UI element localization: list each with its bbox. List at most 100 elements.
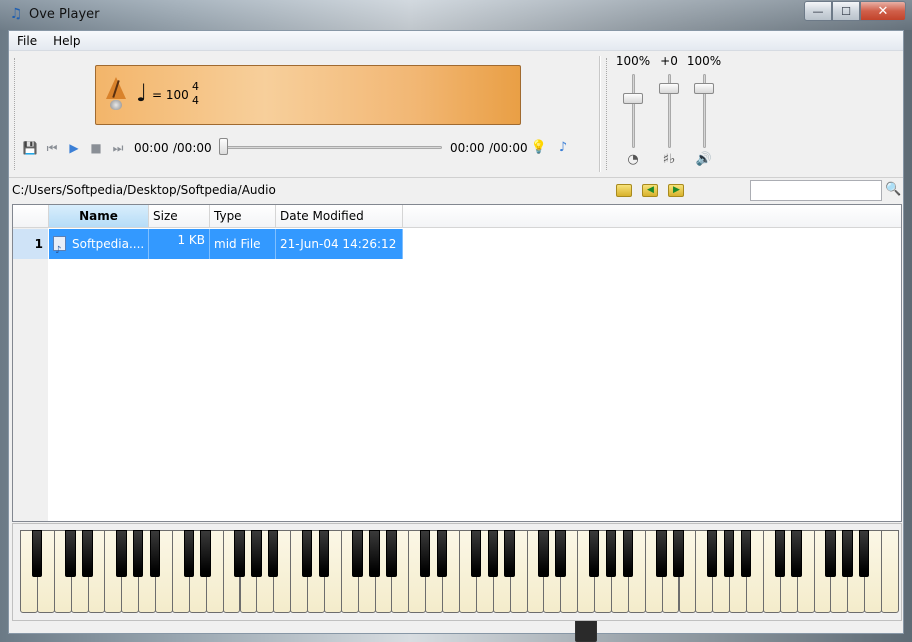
black-key[interactable]: [723, 530, 735, 577]
column-header-date[interactable]: Date Modified: [276, 205, 403, 227]
column-header-size[interactable]: Size: [149, 205, 210, 227]
clock-icon: ◔: [627, 152, 639, 167]
row-number: 1: [13, 229, 48, 259]
column-header-name[interactable]: Name: [49, 205, 149, 227]
file-list: Name Size Type Date Modified 1 Softpedia…: [12, 204, 902, 522]
menu-help[interactable]: Help: [45, 34, 88, 48]
black-key[interactable]: [740, 530, 752, 577]
folder-forward-icon[interactable]: ▶: [668, 184, 684, 197]
toolbar-grip-2[interactable]: [606, 58, 608, 170]
elapsed-time: 00:00: [134, 141, 169, 155]
path-bar: C:/Users/Softpedia/Desktop/Softpedia/Aud…: [9, 177, 903, 203]
black-key[interactable]: [386, 530, 397, 577]
column-header-type[interactable]: Type: [210, 205, 276, 227]
black-key[interactable]: [149, 530, 161, 577]
black-key[interactable]: [622, 530, 634, 577]
volume-slider[interactable]: [694, 83, 714, 95]
black-key[interactable]: [31, 530, 43, 577]
white-key[interactable]: [881, 530, 899, 613]
quarter-note-icon: ♩: [136, 79, 148, 107]
black-key[interactable]: [369, 530, 380, 577]
black-key[interactable]: [234, 530, 245, 577]
player-controls: ♩ = 100 4 4 💾 ⏮ ▶ ■ ⏭ 00:00 /00:00 00:00…: [9, 52, 903, 642]
separator: [599, 56, 601, 172]
black-key[interactable]: [555, 530, 566, 577]
next-icon[interactable]: ⏭: [107, 139, 129, 157]
speed-slider-group: 100% ◔: [613, 52, 653, 172]
volume-label: 100%: [686, 54, 722, 68]
cell-name[interactable]: Softpedia....: [49, 229, 149, 259]
black-key[interactable]: [791, 530, 802, 577]
black-key[interactable]: [858, 530, 870, 577]
transpose-slider[interactable]: [659, 83, 679, 95]
lightbulb-icon[interactable]: 💡: [529, 139, 549, 157]
black-key[interactable]: [352, 530, 363, 577]
save-icon[interactable]: 💾: [19, 139, 41, 157]
black-key[interactable]: [268, 530, 279, 577]
black-key[interactable]: [487, 530, 498, 577]
black-key[interactable]: [200, 530, 211, 577]
menu-bar: File Help: [9, 31, 903, 51]
black-key[interactable]: [656, 530, 667, 577]
table-row[interactable]: 1 Softpedia.... 1 KB mid File 21-Jun-04 …: [13, 229, 403, 259]
maximize-button[interactable]: ☐: [832, 1, 860, 21]
cell-size[interactable]: 1 KB: [149, 229, 210, 259]
black-key[interactable]: [588, 530, 600, 577]
midi-file-icon: [53, 236, 66, 259]
play-icon[interactable]: ▶: [63, 139, 85, 157]
folder-back-icon[interactable]: ◀: [642, 184, 658, 197]
black-key[interactable]: [82, 530, 93, 577]
black-key[interactable]: [673, 530, 684, 577]
speed-track[interactable]: [632, 74, 635, 148]
black-key[interactable]: [301, 530, 313, 577]
black-key[interactable]: [251, 530, 262, 577]
black-key[interactable]: [605, 530, 617, 577]
open-folder-icon[interactable]: [616, 184, 632, 197]
black-key[interactable]: [419, 530, 431, 577]
seek-slider[interactable]: [219, 138, 228, 155]
menu-file[interactable]: File: [9, 34, 45, 48]
black-key[interactable]: [774, 530, 786, 577]
toolbar-grip[interactable]: [14, 58, 16, 170]
total-time: /00:00: [173, 141, 212, 155]
black-key[interactable]: [183, 530, 195, 577]
black-key[interactable]: [504, 530, 515, 577]
minimize-button[interactable]: —: [804, 1, 832, 21]
black-key[interactable]: [318, 530, 330, 577]
previous-icon[interactable]: ⏮: [41, 139, 63, 157]
transport-bar: 💾 ⏮ ▶ ■ ⏭: [19, 139, 129, 157]
seek-track[interactable]: [222, 146, 442, 149]
black-key[interactable]: [65, 530, 76, 577]
music-note-icon: ♫: [9, 6, 23, 22]
search-input[interactable]: [750, 180, 882, 201]
stop-icon[interactable]: ■: [85, 139, 107, 157]
title-bar: ♫ Ove Player — ☐ ✕: [0, 0, 912, 30]
search-icon[interactable]: 🔍: [885, 182, 901, 198]
total-time-right: /00:00: [489, 141, 528, 155]
speed-slider[interactable]: [623, 92, 643, 104]
cell-type[interactable]: mid File: [210, 229, 276, 259]
black-key[interactable]: [825, 530, 836, 577]
close-button[interactable]: ✕: [860, 1, 906, 21]
black-key[interactable]: [538, 530, 549, 577]
black-key[interactable]: [470, 530, 482, 577]
black-key[interactable]: [116, 530, 127, 577]
cell-date[interactable]: 21-Jun-04 14:26:12: [276, 229, 403, 259]
black-key[interactable]: [132, 530, 144, 577]
corner-header[interactable]: [13, 205, 49, 227]
black-key[interactable]: [707, 530, 718, 577]
window-title: Ove Player: [29, 7, 100, 22]
main-window: File Help ♩ = 100 4 4 💾 ⏮ ▶ ■ ⏭ 00:00 /0…: [8, 30, 904, 642]
metronome-icon[interactable]: [106, 77, 126, 110]
volume-slider-group: 100% 🔊: [684, 52, 724, 172]
sharp-flat-icon: ♯♭: [662, 152, 676, 167]
time-signature: 4 4: [192, 80, 199, 108]
note-edit-icon[interactable]: ♪: [553, 139, 573, 157]
elapsed-time-right: 00:00: [450, 141, 485, 155]
table-header: Name Size Type Date Modified: [13, 205, 901, 228]
transpose-slider-group: +0 ♯♭: [649, 52, 689, 172]
black-key[interactable]: [842, 530, 853, 577]
piano-keyboard: [12, 523, 902, 621]
black-key[interactable]: [436, 530, 448, 577]
speed-label: 100%: [615, 54, 651, 68]
